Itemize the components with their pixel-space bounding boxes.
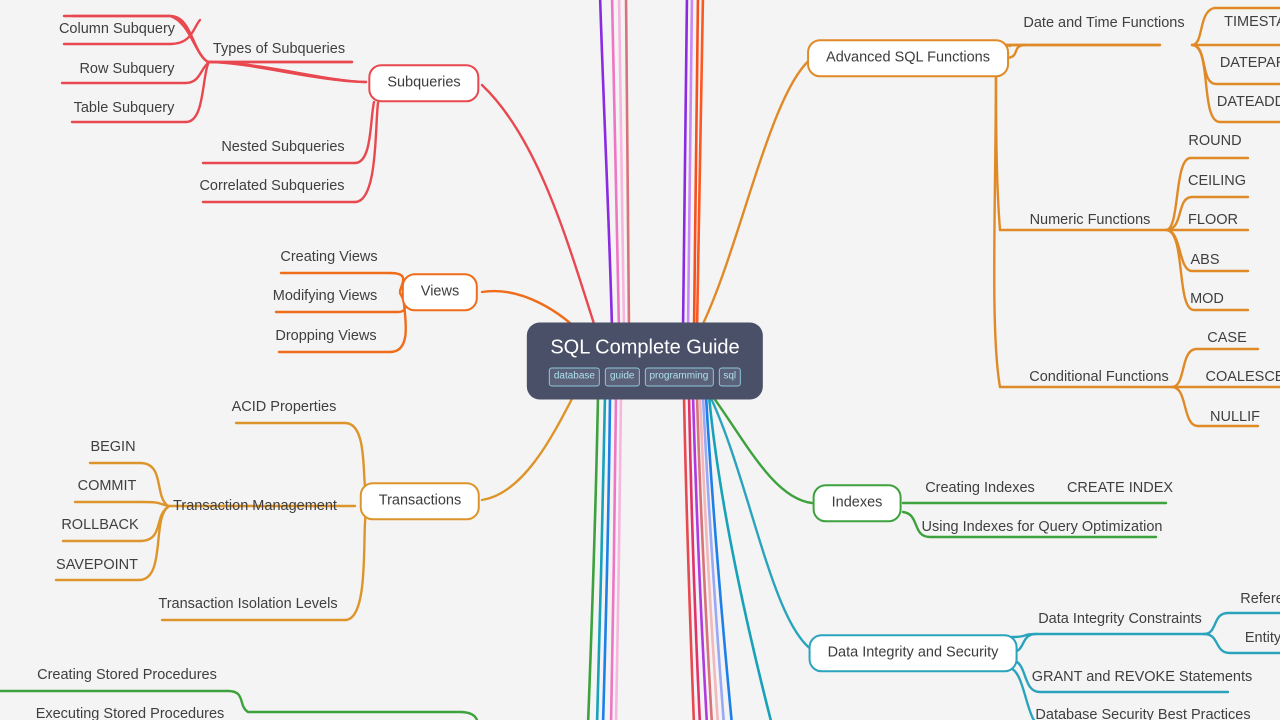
leaf-dropping-views[interactable]: Dropping Views: [275, 329, 376, 344]
leaf-modifying-views[interactable]: Modifying Views: [273, 289, 378, 304]
leaf-executing-stored-procedures[interactable]: Executing Stored Procedures: [36, 707, 225, 720]
leaf-date-and-time-functions[interactable]: Date and Time Functions: [1023, 16, 1184, 31]
leaf-mod[interactable]: MOD: [1190, 292, 1224, 307]
leaf-savepoint[interactable]: SAVEPOINT: [56, 558, 138, 573]
leaf-correlated-subqueries[interactable]: Correlated Subqueries: [199, 179, 344, 194]
leaf-numeric-functions[interactable]: Numeric Functions: [1030, 213, 1151, 228]
leaf-transaction-isolation-levels[interactable]: Transaction Isolation Levels: [158, 597, 337, 612]
leaf-transaction-management[interactable]: Transaction Management: [173, 499, 337, 514]
leaf-create-index[interactable]: CREATE INDEX: [1067, 481, 1173, 496]
leaf-table-subquery[interactable]: Table Subquery: [74, 101, 175, 116]
leaf-round[interactable]: ROUND: [1188, 134, 1241, 149]
leaf-database-security-best-practices[interactable]: Database Security Best Practices: [1035, 708, 1250, 720]
leaf-nullif[interactable]: NULLIF: [1210, 410, 1260, 425]
branch-node-data-integrity-and-security[interactable]: Data Integrity and Security: [808, 634, 1018, 672]
leaf-conditional-functions[interactable]: Conditional Functions: [1029, 370, 1168, 385]
leaf-grant-and-revoke-statements[interactable]: GRANT and REVOKE Statements: [1032, 670, 1253, 685]
leaf-coalesce[interactable]: COALESCE: [1206, 370, 1280, 385]
leaf-floor[interactable]: FLOOR: [1188, 213, 1238, 228]
tag-database[interactable]: database: [548, 367, 600, 387]
leaf-data-integrity-constraints[interactable]: Data Integrity Constraints: [1038, 612, 1202, 627]
branch-node-views[interactable]: Views: [401, 273, 479, 311]
leaf-creating-views[interactable]: Creating Views: [280, 250, 377, 265]
root-node[interactable]: SQL Complete Guide database guide progra…: [526, 322, 764, 400]
leaf-creating-stored-procedures[interactable]: Creating Stored Procedures: [37, 668, 217, 683]
leaf-column-subquery[interactable]: Column Subquery: [59, 22, 175, 37]
tag-sql[interactable]: sql: [718, 367, 742, 387]
root-tags: database guide programming sql: [548, 367, 742, 387]
leaf-timestamp[interactable]: TIMESTA: [1224, 15, 1280, 30]
branch-node-indexes[interactable]: Indexes: [812, 484, 902, 522]
branch-node-advanced-sql-functions[interactable]: Advanced SQL Functions: [807, 39, 1009, 77]
leaf-row-subquery[interactable]: Row Subquery: [79, 62, 174, 77]
leaf-ceiling[interactable]: CEILING: [1188, 174, 1246, 189]
root-title: SQL Complete Guide: [550, 336, 740, 359]
leaf-referential-integrity[interactable]: Refere: [1240, 592, 1280, 607]
leaf-commit[interactable]: COMMIT: [78, 479, 137, 494]
mindmap-canvas: SQL Complete Guide database guide progra…: [0, 0, 1280, 720]
leaf-acid-properties[interactable]: ACID Properties: [232, 400, 337, 415]
tag-programming[interactable]: programming: [644, 367, 714, 387]
leaf-nested-subqueries[interactable]: Nested Subqueries: [221, 140, 344, 155]
leaf-datepart[interactable]: DATEPAR: [1220, 56, 1280, 71]
branch-node-transactions[interactable]: Transactions: [359, 482, 481, 520]
leaf-abs[interactable]: ABS: [1190, 253, 1219, 268]
leaf-dateadd[interactable]: DATEADD: [1217, 95, 1280, 110]
leaf-entity-integrity[interactable]: Entity: [1245, 631, 1280, 646]
leaf-types-of-subqueries[interactable]: Types of Subqueries: [213, 42, 345, 57]
branch-node-subqueries[interactable]: Subqueries: [368, 64, 480, 102]
leaf-rollback[interactable]: ROLLBACK: [61, 518, 138, 533]
tag-guide[interactable]: guide: [604, 367, 640, 387]
leaf-case[interactable]: CASE: [1207, 331, 1247, 346]
leaf-using-indexes-for-query-optimization[interactable]: Using Indexes for Query Optimization: [922, 520, 1163, 535]
leaf-creating-indexes[interactable]: Creating Indexes: [925, 481, 1035, 496]
leaf-begin[interactable]: BEGIN: [90, 440, 135, 455]
